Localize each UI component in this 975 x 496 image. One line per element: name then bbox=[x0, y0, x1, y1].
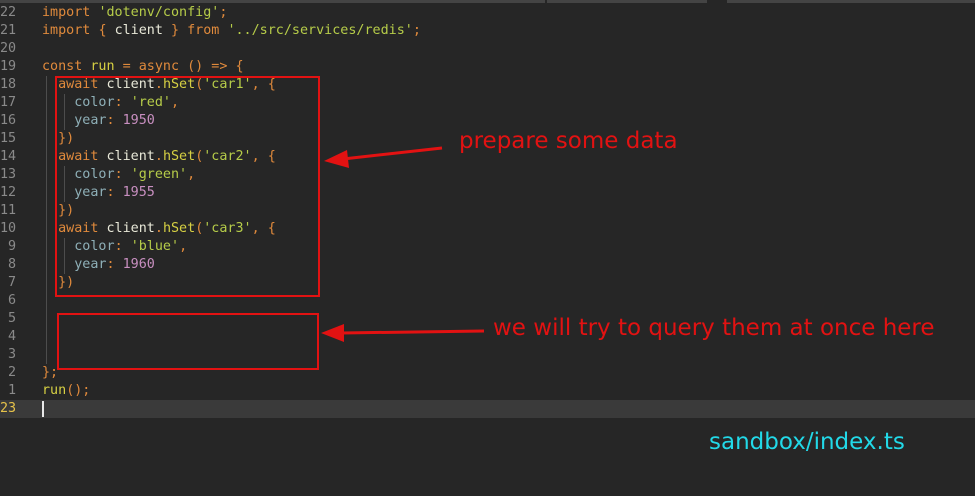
filename-label: sandbox/index.ts bbox=[709, 429, 905, 455]
prepare-arrow bbox=[342, 146, 443, 161]
prepare-arrow-head bbox=[324, 150, 349, 168]
annotation-arrows bbox=[321, 146, 485, 342]
query-annotation: we will try to query them at once here bbox=[493, 315, 935, 341]
query-arrow bbox=[341, 329, 485, 335]
prepare-data-annotation: prepare some data bbox=[459, 128, 678, 154]
query-arrow-head bbox=[321, 324, 344, 342]
